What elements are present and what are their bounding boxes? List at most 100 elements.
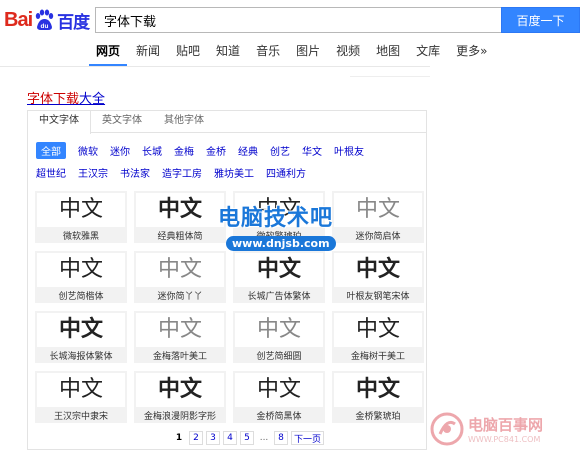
font-card[interactable]: 中文 长城海报体繁体 — [35, 311, 127, 363]
font-card[interactable]: 中文 创艺简楷体 — [35, 251, 127, 303]
result-title-suffix: 大全 — [79, 92, 106, 107]
category-link[interactable]: 超世纪 — [36, 165, 66, 180]
tab-video[interactable]: 视频 — [336, 40, 360, 64]
category-link[interactable]: 微软 — [78, 143, 98, 158]
tab-wenku[interactable]: 文库 — [416, 40, 440, 64]
category-row: 全部 微软 迷你 长城 金梅 金桥 经典 创艺 华文 叶根友 — [36, 139, 416, 161]
page-link: ... — [257, 431, 271, 445]
font-card[interactable]: 中文 叶根友钢笔宋体 — [332, 251, 424, 303]
font-preview-text: 中文 — [355, 377, 400, 402]
page-link[interactable]: 2 — [189, 431, 203, 445]
search-box[interactable] — [95, 7, 501, 33]
category-link[interactable]: 造字工房 — [162, 165, 202, 180]
page-link[interactable]: 5 — [240, 431, 254, 445]
font-preview-text: 中文 — [256, 317, 301, 342]
font-name-label: 王汉宗中隶宋 — [53, 412, 108, 422]
font-sub-tabs: 中文字体 英文字体 其他字体 — [28, 111, 426, 134]
font-preview-text: 中文 — [157, 317, 202, 342]
category-link[interactable]: 金梅 — [174, 143, 194, 158]
font-preview-text: 中文 — [355, 257, 400, 282]
pc841-logo-icon — [430, 412, 464, 446]
watermark-pc841-url: WWW.PC841.COM — [468, 435, 541, 444]
font-name-label: 金梅树干美工 — [350, 352, 405, 362]
tab-web[interactable]: 网页 — [88, 40, 128, 66]
category-link[interactable]: 王汉宗 — [78, 165, 108, 180]
font-card[interactable]: 中文 迷你简丫丫 — [134, 251, 226, 303]
tab-more[interactable]: 更多» — [456, 40, 487, 64]
font-preview-text: 中文 — [355, 317, 400, 342]
next-page-button[interactable]: 下一页 — [291, 431, 325, 445]
font-preview-text: 中文 — [157, 257, 202, 282]
search-input[interactable] — [96, 8, 501, 32]
watermark-pc841-text: 电脑百事网 WWW.PC841.COM — [468, 414, 543, 444]
font-preview-text: 中文 — [256, 377, 301, 402]
font-name-label: 长城广告体繁体 — [247, 292, 311, 302]
category-link[interactable]: 长城 — [142, 143, 162, 158]
font-name-label: 创艺简楷体 — [58, 292, 104, 302]
tab-other-fonts[interactable]: 其他字体 — [153, 111, 215, 133]
category-link[interactable]: 迷你 — [110, 143, 130, 158]
tab-news[interactable]: 新闻 — [136, 40, 160, 64]
watermark-dnjsb: 电脑技术吧 www.dnjsb.com — [218, 200, 336, 251]
tab-english-fonts[interactable]: 英文字体 — [91, 111, 153, 133]
font-preview: 中文 — [136, 253, 224, 287]
category-link[interactable]: 四通利方 — [266, 165, 306, 180]
font-preview: 中文 — [37, 313, 125, 347]
font-name-label: 金桥简黑体 — [256, 412, 302, 422]
category-link[interactable]: 叶根友 — [334, 143, 364, 158]
header-bar: Bai du 百度 百度一下 — [0, 0, 580, 40]
font-preview: 中文 — [334, 373, 422, 407]
search-button[interactable]: 百度一下 — [501, 7, 580, 33]
tab-map[interactable]: 地图 — [376, 40, 400, 64]
baidu-logo[interactable]: Bai du 百度 — [4, 6, 90, 34]
font-card[interactable]: 中文 王汉宗中隶宋 — [35, 371, 127, 423]
page-link[interactable]: 3 — [206, 431, 220, 445]
font-card[interactable]: 中文 金梅落叶美工 — [134, 311, 226, 363]
font-card[interactable]: 中文 长城广告体繁体 — [233, 251, 325, 303]
pagination: 1 2 3 4 5... 8 下一页 — [172, 431, 327, 445]
font-card[interactable]: 中文 创艺简细圆 — [233, 311, 325, 363]
font-card[interactable]: 中文 迷你简启体 — [332, 191, 424, 243]
category-link[interactable]: 创艺 — [270, 143, 290, 158]
font-preview: 中文 — [136, 313, 224, 347]
category-link[interactable]: 经典 — [238, 143, 258, 158]
result-title-link[interactable]: 字体下载大全 — [27, 88, 105, 107]
page-link[interactable]: 4 — [223, 431, 237, 445]
font-preview-text: 中文 — [157, 197, 202, 222]
font-preview: 中文 — [235, 313, 323, 347]
result-title-highlight: 字体下载 — [27, 92, 80, 107]
tab-images[interactable]: 图片 — [296, 40, 320, 64]
watermark-pc841: 电脑百事网 WWW.PC841.COM — [430, 412, 543, 446]
page-link: 1 — [172, 431, 186, 445]
font-card[interactable]: 中文 金桥繁琥珀 — [332, 371, 424, 423]
font-name-label: 迷你简启体 — [355, 232, 401, 242]
font-name-label: 经典粗体简 — [157, 232, 203, 242]
font-name-label: 微软雅黑 — [62, 232, 99, 242]
font-card[interactable]: 中文 微软雅黑 — [35, 191, 127, 243]
font-card[interactable]: 中文 金梅浪漫阴影字形 — [134, 371, 226, 423]
font-card[interactable]: 中文 金桥简黑体 — [233, 371, 325, 423]
font-categories: 全部 微软 迷你 长城 金梅 金桥 经典 创艺 华文 叶根友 超世纪 王汉宗 书法家 造字工房 雅坊美工四… — [36, 139, 416, 183]
watermark-title: 电脑技术吧 — [218, 206, 334, 231]
category-link[interactable]: 书法家 — [120, 165, 150, 180]
tab-music[interactable]: 音乐 — [256, 40, 280, 64]
font-preview: 中文 — [334, 313, 422, 347]
category-row: 超世纪 王汉宗 书法家 造字工房 雅坊美工 四通利方 — [36, 161, 416, 183]
tab-chinese-fonts[interactable]: 中文字体 — [28, 111, 91, 134]
category-link[interactable]: 金桥 — [206, 143, 226, 158]
page-link[interactable]: 8 — [274, 431, 288, 445]
font-card[interactable]: 中文 金梅树干美工 — [332, 311, 424, 363]
font-preview: 中文 — [37, 193, 125, 227]
font-panel: 中文字体 英文字体 其他字体 全部 微软 迷你 长城 金梅 金桥 经典 创艺 华文 叶根友 超世纪… — [27, 110, 427, 450]
font-preview-text: 中文 — [58, 257, 103, 282]
tab-tieba[interactable]: 贴吧 — [176, 40, 200, 64]
font-card[interactable]: 中文 经典粗体简 — [134, 191, 226, 243]
nav-divider-secondary — [350, 76, 430, 77]
font-preview: 中文 — [334, 193, 422, 227]
nav-divider — [0, 66, 430, 67]
tab-zhidao[interactable]: 知道 — [216, 40, 240, 64]
category-link[interactable]: 华文 — [302, 143, 322, 158]
font-preview: 中文 — [37, 253, 125, 287]
category-link[interactable]: 雅坊美工 — [214, 165, 254, 180]
category-link[interactable]: 全部 — [36, 141, 66, 159]
